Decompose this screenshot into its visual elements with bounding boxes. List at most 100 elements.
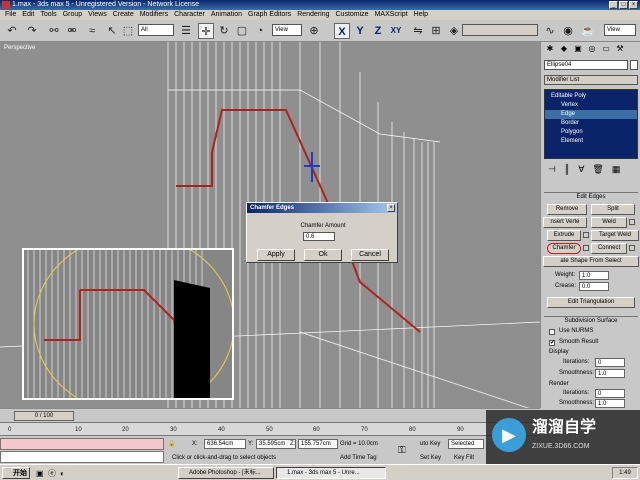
menu-modifiers[interactable]: Modifiers xyxy=(137,10,171,20)
modify-tab-icon[interactable]: ◆ xyxy=(558,44,570,54)
axis-x-button[interactable]: X xyxy=(334,23,350,39)
selection-filter-dropdown[interactable]: All xyxy=(138,24,174,36)
time-slider[interactable]: 0 / 100 xyxy=(14,411,74,421)
maximize-button[interactable]: □ xyxy=(619,1,628,9)
quicklaunch-browser-icon[interactable]: ⓔ xyxy=(48,469,56,478)
subdivision-surface-rollout-header[interactable]: Subdivision Surface xyxy=(544,316,638,325)
rotate-icon[interactable]: ↻ xyxy=(216,23,232,39)
reference-coord-dropdown[interactable]: View xyxy=(272,24,302,36)
cancel-button[interactable]: Cancel xyxy=(351,249,389,261)
show-end-result-icon[interactable]: ║ xyxy=(564,162,570,176)
menu-group[interactable]: Group xyxy=(60,10,85,20)
spinner-snap-icon[interactable]: ◔ xyxy=(252,23,268,39)
configure-sets-icon[interactable]: ▦ xyxy=(612,162,621,176)
pivot-center-icon[interactable]: ⊕ xyxy=(306,23,322,39)
smoothness-spinner[interactable]: 1.0 xyxy=(595,369,625,378)
chamfer-settings-icon[interactable] xyxy=(583,245,589,251)
minimize-button[interactable]: _ xyxy=(609,1,618,9)
extrude-button[interactable]: Extrude xyxy=(547,230,581,241)
stack-item-editable-poly[interactable]: Editable Poly xyxy=(545,92,637,101)
start-button[interactable]: 开始 xyxy=(2,467,30,479)
chamfer-button[interactable]: Chamfer xyxy=(547,243,581,254)
mirror-icon[interactable]: ⇋ xyxy=(410,23,426,39)
crease-spinner[interactable]: 0.0 xyxy=(579,282,609,291)
stack-item-edge[interactable]: Edge xyxy=(545,110,637,119)
menu-views[interactable]: Views xyxy=(85,10,110,20)
dialog-close-button[interactable]: × xyxy=(387,204,395,212)
menu-maxscript[interactable]: MAXScript xyxy=(372,10,411,20)
apply-button[interactable]: Apply xyxy=(257,249,295,261)
connect-button[interactable]: Connect xyxy=(591,243,627,254)
stack-item-polygon[interactable]: Polygon xyxy=(545,128,637,137)
axis-z-button[interactable]: Z xyxy=(370,23,386,39)
ok-button[interactable]: Ok xyxy=(304,249,342,261)
split-button[interactable]: Split xyxy=(591,204,635,215)
track-bar[interactable]: 0 10 20 30 40 50 60 70 80 90 100 xyxy=(0,422,540,436)
edit-edges-rollout-header[interactable]: Edit Edges xyxy=(544,192,638,201)
select-region-icon[interactable]: ⬚ xyxy=(120,23,136,39)
axis-y-button[interactable]: Y xyxy=(352,23,368,39)
remove-modifier-icon[interactable]: 🗑 xyxy=(592,162,603,176)
menu-animation[interactable]: Animation xyxy=(208,10,245,20)
maxscript-listener-input[interactable] xyxy=(0,438,164,450)
hierarchy-tab-icon[interactable]: ▣ xyxy=(572,44,584,54)
stack-item-border[interactable]: Border xyxy=(545,119,637,128)
scale-icon[interactable]: ▢ xyxy=(234,23,250,39)
undo-icon[interactable]: ↶ xyxy=(4,23,20,39)
utilities-tab-icon[interactable]: ⚒ xyxy=(614,44,626,54)
render-scene-icon[interactable]: ☕ xyxy=(580,23,596,39)
redo-icon[interactable]: ↷ xyxy=(24,23,40,39)
unlink-icon[interactable]: ⚮ xyxy=(64,23,80,39)
use-nurms-checkbox[interactable] xyxy=(549,329,555,335)
stack-item-element[interactable]: Element xyxy=(545,137,637,146)
menu-tools[interactable]: Tools xyxy=(37,10,59,20)
lock-selection-icon[interactable]: 🔒 xyxy=(168,440,175,449)
extrude-settings-icon[interactable] xyxy=(583,232,589,238)
chamfer-amount-spinner[interactable]: 0.6 xyxy=(303,232,335,241)
task-3dsmax[interactable]: 1.max - 3ds max 5 - Unre... xyxy=(276,467,386,479)
weight-spinner[interactable]: 1.0 xyxy=(579,271,609,280)
iterations-spinner[interactable]: 0 xyxy=(595,358,625,367)
z-coord-field[interactable]: 155.757cm xyxy=(298,439,338,449)
menu-customize[interactable]: Customize xyxy=(333,10,372,20)
select-by-name-icon[interactable]: ☰ xyxy=(178,23,194,39)
align-icon[interactable]: ⊞ xyxy=(428,23,444,39)
quicklaunch-desktop-icon[interactable]: ▣ xyxy=(36,469,44,478)
object-name-field[interactable]: Ellipse04 xyxy=(544,60,628,70)
bind-spacewarp-icon[interactable]: ≈ xyxy=(84,23,100,39)
make-unique-icon[interactable]: ∀ xyxy=(578,162,584,176)
render-iterations-spinner[interactable]: 0 xyxy=(595,389,625,398)
edit-triangulation-button[interactable]: Edit Triangulation xyxy=(547,297,635,308)
weld-button[interactable]: Weld xyxy=(591,217,627,228)
menu-file[interactable]: File xyxy=(2,10,19,20)
render-type-dropdown[interactable]: View xyxy=(604,24,636,36)
curve-editor-icon[interactable]: ∿ xyxy=(542,23,558,39)
object-color-swatch[interactable] xyxy=(630,60,638,70)
maxscript-listener-output[interactable] xyxy=(0,451,164,463)
auto-key-button[interactable]: uto Key xyxy=(420,440,440,449)
layer-icon[interactable]: ◈ xyxy=(446,23,462,39)
remove-button[interactable]: Remove xyxy=(547,204,587,215)
modifier-list-dropdown[interactable]: Modifier List xyxy=(544,75,638,85)
x-coord-field[interactable]: 636.54cm xyxy=(204,439,246,449)
menu-graph-editors[interactable]: Graph Editors xyxy=(245,10,294,20)
connect-settings-icon[interactable] xyxy=(629,245,635,251)
link-icon[interactable]: ⚯ xyxy=(46,23,62,39)
set-key-button[interactable]: Set Key xyxy=(420,454,441,463)
weld-settings-icon[interactable] xyxy=(629,219,635,225)
move-icon[interactable]: ✛ xyxy=(198,23,214,39)
key-filters-button[interactable]: Key Filt xyxy=(454,454,474,463)
set-key-icon[interactable]: ⚿ xyxy=(398,446,406,456)
smooth-result-checkbox[interactable]: ✔ xyxy=(549,340,555,346)
create-shape-button[interactable]: ate Shape From Select xyxy=(543,256,639,267)
selected-dropdown[interactable]: Selected xyxy=(448,439,484,449)
task-photoshop[interactable]: Adobe Photoshop - [未标... xyxy=(178,467,274,479)
display-tab-icon[interactable]: ▭ xyxy=(600,44,612,54)
target-weld-button[interactable]: Target Weld xyxy=(591,230,639,241)
menu-edit[interactable]: Edit xyxy=(19,10,37,20)
insert-vertex-button[interactable]: nsert Verte xyxy=(543,217,587,228)
menu-rendering[interactable]: Rendering xyxy=(294,10,332,20)
menu-character[interactable]: Character xyxy=(171,10,208,20)
close-button[interactable]: × xyxy=(629,1,638,9)
add-time-tag[interactable]: Add Time Tag xyxy=(340,454,377,463)
